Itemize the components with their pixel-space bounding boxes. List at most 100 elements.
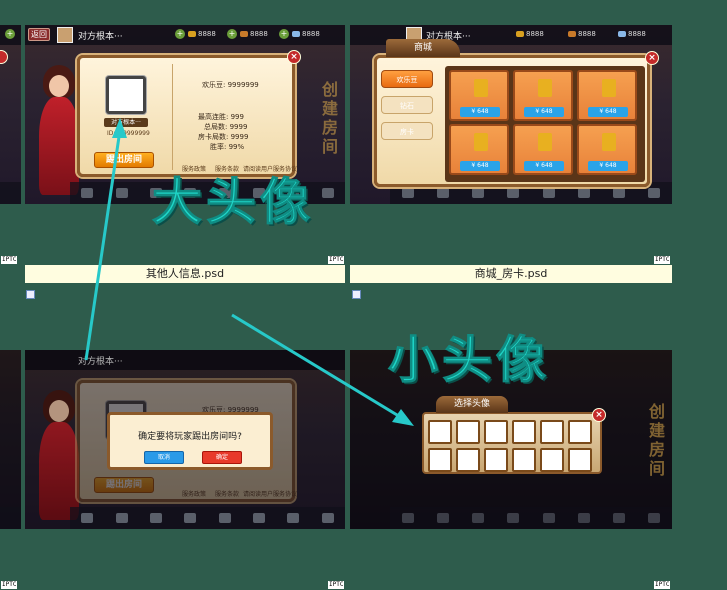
- create-room-sign: 创建房间: [648, 402, 665, 478]
- bottom-bar: [390, 507, 672, 529]
- bag-icon[interactable]: [287, 513, 300, 523]
- diamond-resource: 8888: [618, 30, 646, 38]
- edit-icon[interactable]: [577, 513, 590, 523]
- tab-happy-beans[interactable]: 欢乐豆: [381, 70, 433, 88]
- select-checkbox[interactable]: [352, 290, 361, 299]
- shop-card[interactable]: ¥ 648: [449, 70, 509, 121]
- stat-card-games: 房卡局数: 9999: [198, 133, 249, 141]
- player-info-panel: 对方根本··· ID:999999999 踢出房间 欢乐豆: 9999999 最…: [77, 55, 297, 177]
- add-gold-button[interactable]: +: [175, 29, 185, 39]
- mail-icon[interactable]: [472, 513, 485, 523]
- large-avatar[interactable]: [106, 76, 146, 114]
- avatar-slot[interactable]: [484, 448, 508, 472]
- bean-resource: 8888: [568, 30, 596, 38]
- price-button[interactable]: ¥ 648: [524, 161, 564, 171]
- avatar-slot[interactable]: [428, 448, 452, 472]
- menu-icon[interactable]: [321, 513, 334, 523]
- room-card-icon: [474, 79, 488, 97]
- rank-icon[interactable]: [507, 188, 520, 198]
- grid-icon[interactable]: [542, 188, 555, 198]
- shop-card[interactable]: ¥ 648: [577, 124, 637, 175]
- shop-title: 商城: [386, 39, 460, 57]
- bean-icon: [240, 31, 248, 37]
- kick-out-button[interactable]: 踢出房间: [94, 152, 154, 168]
- cart-icon[interactable]: [401, 513, 414, 523]
- edit-icon[interactable]: [253, 513, 266, 523]
- room-card-icon: [474, 133, 488, 151]
- avatar-slot[interactable]: [540, 420, 564, 444]
- thumb-kick-confirm: 对方根本··· 欢乐豆: 9999999 踢出房间 服务政策 服务条款 请阅读用…: [25, 350, 345, 529]
- kick-confirm-dialog: 确定要将玩家踢出房间吗? 取消 确定: [107, 412, 273, 470]
- cart-icon[interactable]: [81, 188, 94, 198]
- player-name-bar: 对方根本···: [104, 118, 148, 127]
- back-button[interactable]: 返回: [28, 28, 50, 41]
- iptc-tag: IPTC: [328, 581, 345, 589]
- edit-icon[interactable]: [577, 188, 590, 198]
- menu-icon[interactable]: [321, 188, 334, 198]
- iptc-tag: IPTC: [1, 256, 18, 264]
- gear-icon[interactable]: [436, 188, 449, 198]
- plus-icon[interactable]: +: [5, 29, 15, 39]
- close-icon[interactable]: ×: [287, 50, 301, 64]
- avatar-slot[interactable]: [456, 448, 480, 472]
- price-button[interactable]: ¥ 648: [588, 161, 628, 171]
- add-bean-button[interactable]: +: [227, 29, 237, 39]
- shop-card[interactable]: ¥ 648: [577, 70, 637, 121]
- gear-icon[interactable]: [436, 513, 449, 523]
- select-avatar-title: 选择头像: [436, 396, 508, 413]
- thumb-shop-card: 对方根本··· 8888 8888 8888 欢乐豆 钻石 房卡 ¥ 648 ¥…: [350, 25, 672, 204]
- cart-icon[interactable]: [81, 513, 94, 523]
- avatar-slot[interactable]: [456, 420, 480, 444]
- tab-room-cards[interactable]: 房卡: [381, 122, 433, 140]
- select-checkbox[interactable]: [26, 290, 35, 299]
- rank-icon[interactable]: [184, 513, 197, 523]
- top-bar: 返回 对方根本··· 8888 + 8888 + 8888 +: [25, 25, 345, 45]
- mail-icon[interactable]: [472, 188, 485, 198]
- avatar-slot[interactable]: [568, 420, 592, 444]
- tab-diamonds[interactable]: 钻石: [381, 96, 433, 114]
- grid-icon[interactable]: [542, 513, 555, 523]
- gold-icon: [188, 31, 196, 37]
- bag-icon[interactable]: [613, 513, 626, 523]
- grid-icon[interactable]: [218, 513, 231, 523]
- diamond-icon: [618, 31, 626, 37]
- mail-icon[interactable]: [149, 513, 162, 523]
- gear-icon[interactable]: [115, 188, 128, 198]
- room-card-icon: [602, 79, 616, 97]
- file-label-other-info: 其他人信息.psd: [25, 265, 345, 283]
- avatar-slot[interactable]: [512, 448, 536, 472]
- close-icon[interactable]: ×: [645, 51, 659, 65]
- price-button[interactable]: ¥ 648: [460, 161, 500, 171]
- menu-icon[interactable]: [648, 513, 661, 523]
- divider: [172, 64, 173, 170]
- bag-icon[interactable]: [613, 188, 626, 198]
- room-card-icon: [538, 133, 552, 151]
- gold-icon: [516, 31, 524, 37]
- diamond-resource: 8888: [292, 30, 320, 38]
- ok-button[interactable]: 确定: [202, 451, 242, 464]
- iptc-tag: IPTC: [654, 256, 671, 264]
- shop-card[interactable]: ¥ 648: [513, 124, 573, 175]
- price-button[interactable]: ¥ 648: [588, 107, 628, 117]
- gear-icon[interactable]: [115, 513, 128, 523]
- close-icon[interactable]: ×: [592, 408, 606, 422]
- shop-card[interactable]: ¥ 648: [449, 124, 509, 175]
- avatar-slot[interactable]: [428, 420, 452, 444]
- bean-resource: 8888: [240, 30, 268, 38]
- avatar-slot[interactable]: [512, 420, 536, 444]
- price-button[interactable]: ¥ 648: [460, 107, 500, 117]
- gold-resource: 8888: [188, 30, 216, 38]
- price-button[interactable]: ¥ 648: [524, 107, 564, 117]
- menu-icon[interactable]: [648, 188, 661, 198]
- avatar-slot[interactable]: [484, 420, 508, 444]
- cart-icon[interactable]: [401, 188, 414, 198]
- stat-total-games: 总局数: 9999: [204, 123, 248, 131]
- gold-resource: 8888: [516, 30, 544, 38]
- small-avatar[interactable]: [57, 27, 73, 43]
- cancel-button[interactable]: 取消: [144, 451, 184, 464]
- avatar-slot[interactable]: [540, 448, 564, 472]
- avatar-slot[interactable]: [568, 448, 592, 472]
- add-diamond-button[interactable]: +: [279, 29, 289, 39]
- shop-card[interactable]: ¥ 648: [513, 70, 573, 121]
- rank-icon[interactable]: [507, 513, 520, 523]
